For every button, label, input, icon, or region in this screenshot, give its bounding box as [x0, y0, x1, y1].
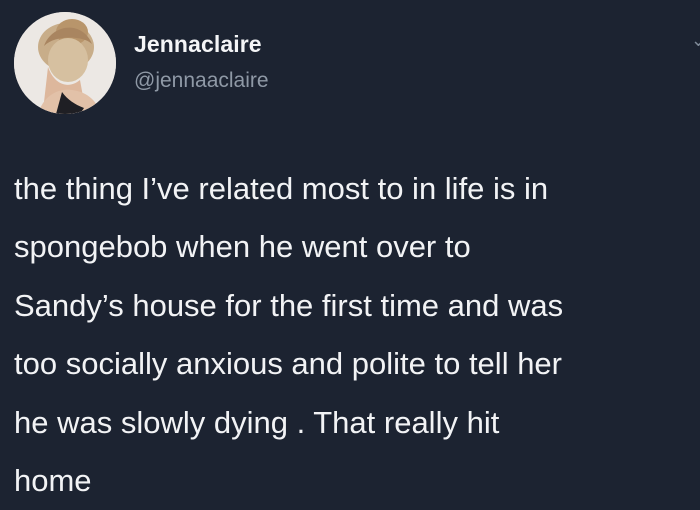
tweet-card: Jennaclaire @jennaaclaire ⌄ the thing I’…: [0, 0, 700, 507]
tweet-text: the thing I’ve related most to in life i…: [14, 171, 564, 499]
profile-photo-icon: [14, 12, 116, 114]
user-handle[interactable]: @jennaaclaire: [134, 69, 269, 93]
display-name[interactable]: Jennaclaire: [134, 31, 262, 58]
chevron-down-icon[interactable]: ⌄: [691, 30, 700, 51]
avatar[interactable]: [14, 12, 116, 114]
